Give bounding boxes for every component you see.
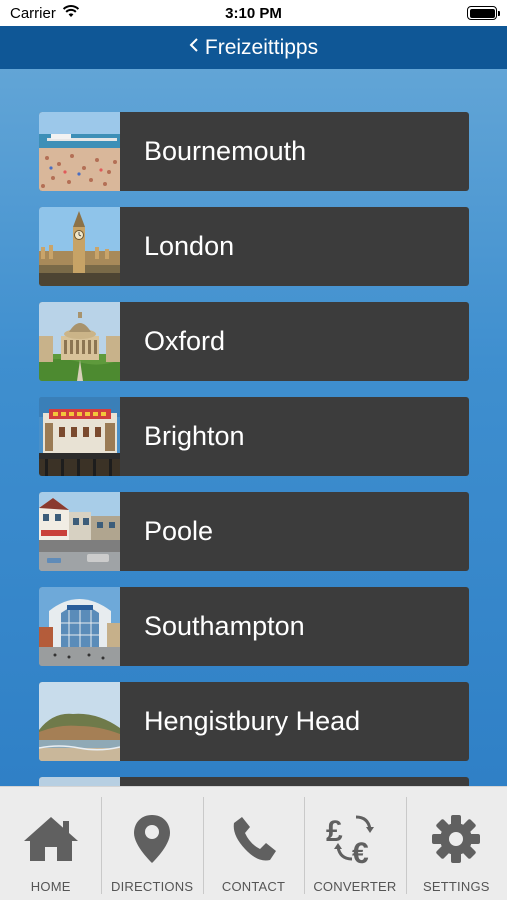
southampton-thumbnail [39, 587, 120, 666]
list-item-label: Hengistbury Head [144, 706, 361, 736]
list-item-poole[interactable]: Poole [39, 492, 469, 571]
list-item-label: Oxford [144, 326, 226, 356]
list-item-hengistbury-head[interactable]: Hengistbury Head [39, 682, 469, 761]
list-item-label: Brighton [144, 421, 245, 451]
list-item-oxford[interactable]: Oxford [39, 302, 469, 381]
carrier-label: Carrier [10, 4, 56, 22]
tab-home[interactable]: HOME [0, 787, 101, 900]
list-item-southampton[interactable]: Southampton [39, 587, 469, 666]
list-item-label: Poole [144, 516, 214, 546]
tab-label: CONVERTER [313, 879, 397, 894]
navigation-bar: Freizeittipps [0, 26, 507, 69]
wifi-icon [62, 4, 80, 22]
tab-converter[interactable]: £ € CONVERTER [304, 787, 405, 900]
brighton-thumbnail [39, 397, 120, 476]
poole-thumbnail [39, 492, 120, 571]
list-item-london[interactable]: London [39, 207, 469, 286]
tab-directions[interactable]: DIRECTIONS [101, 787, 202, 900]
currency-exchange-icon: £ € [325, 809, 385, 869]
svg-text:£: £ [326, 815, 343, 848]
tab-contact[interactable]: CONTACT [202, 787, 304, 900]
home-icon [21, 809, 81, 869]
gear-icon [426, 809, 486, 869]
tab-bar: HOME DIRECTIONS CONTACT £ € CONVERTER SE… [0, 786, 507, 900]
phone-icon [224, 809, 284, 869]
svg-text:€: € [352, 837, 369, 867]
battery-fill [469, 8, 495, 18]
battery-icon [467, 6, 500, 20]
list-item-bournemouth[interactable]: Bournemouth [39, 112, 469, 191]
oxford-thumbnail [39, 302, 120, 381]
tab-settings[interactable]: SETTINGS [405, 787, 507, 900]
hengistbury-head-thumbnail [39, 682, 120, 761]
list-item-label: Southampton [144, 611, 305, 641]
list-item-brighton[interactable]: Brighton [39, 397, 469, 476]
back-button[interactable]: Freizeittipps [189, 36, 318, 60]
tab-label: CONTACT [221, 879, 286, 894]
list-item-label: Bournemouth [144, 136, 307, 166]
bournemouth-thumbnail [39, 112, 120, 191]
chevron-left-icon [189, 36, 199, 59]
list-item-label: London [144, 231, 235, 261]
tab-label: HOME [30, 879, 71, 894]
london-thumbnail [39, 207, 120, 286]
places-list: Bournemouth London Oxford Brighton Poole… [39, 112, 469, 872]
nav-title: Freizeittipps [204, 35, 319, 59]
map-pin-icon [122, 809, 182, 869]
tab-label: DIRECTIONS [111, 879, 194, 894]
status-left: Carrier [10, 4, 80, 22]
status-bar: Carrier 3:10 PM [0, 0, 507, 26]
tab-label: SETTINGS [423, 879, 490, 894]
